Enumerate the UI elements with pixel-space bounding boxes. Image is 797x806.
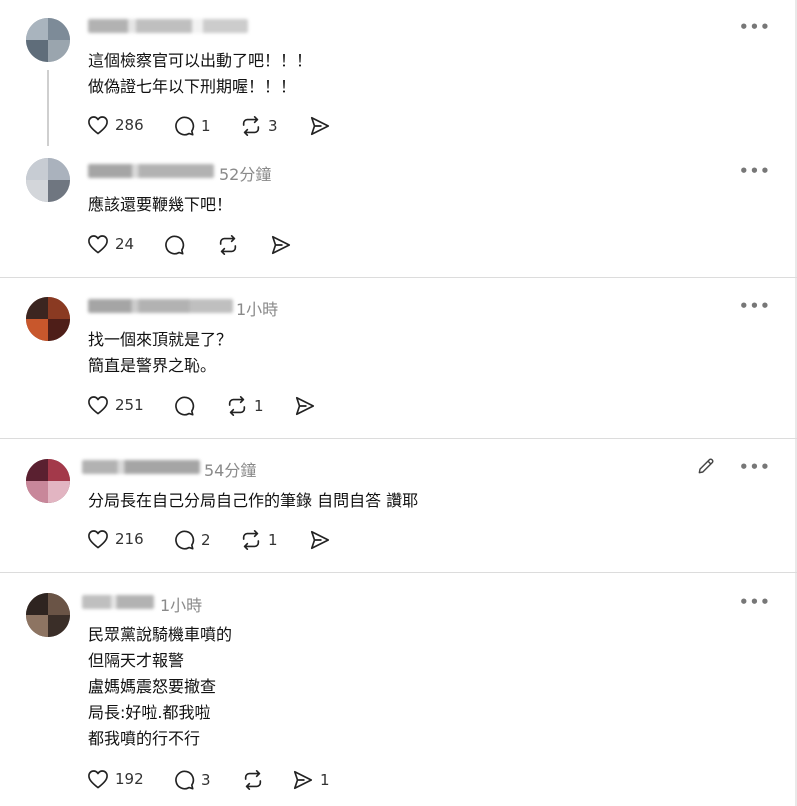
like-count: 216: [115, 530, 144, 548]
heart-icon: [88, 530, 108, 549]
repost-button[interactable]: 3: [240, 115, 278, 137]
divider: [0, 572, 797, 573]
comment-icon: [175, 770, 195, 790]
timestamp: 54分鐘: [204, 461, 257, 480]
repost-icon: [228, 396, 246, 416]
send-icon: [310, 530, 330, 550]
username-blurred[interactable]: [88, 164, 214, 178]
like-count: 286: [115, 116, 144, 134]
comment-icon: [175, 116, 195, 136]
share-button[interactable]: [309, 115, 337, 137]
reply-count: 2: [201, 531, 211, 549]
like-count: 192: [115, 770, 144, 788]
comment-text-line: 局長:好啦.都我啦: [88, 703, 211, 722]
repost-button[interactable]: [217, 234, 245, 256]
more-options-icon[interactable]: •••: [739, 458, 771, 476]
timestamp: 1小時: [160, 596, 203, 615]
avatar[interactable]: [26, 459, 70, 503]
reply-button[interactable]: 3: [173, 769, 211, 791]
more-options-icon[interactable]: •••: [739, 297, 771, 315]
like-count: 24: [115, 235, 135, 253]
avatar[interactable]: [26, 297, 70, 341]
share-button[interactable]: [294, 395, 322, 417]
more-options-icon[interactable]: •••: [739, 18, 771, 36]
heart-icon: [88, 116, 108, 135]
username-blurred[interactable]: [88, 299, 233, 313]
thread-connector-line: [47, 70, 49, 146]
more-options-icon[interactable]: •••: [739, 593, 771, 611]
more-options-icon[interactable]: •••: [739, 162, 771, 180]
repost-icon: [244, 770, 262, 790]
heart-icon: [88, 770, 108, 789]
send-icon: [271, 235, 291, 255]
reply-button[interactable]: [163, 234, 191, 256]
like-button[interactable]: 216: [87, 529, 144, 549]
username-blurred[interactable]: [82, 460, 200, 474]
reply-button[interactable]: 2: [173, 529, 211, 551]
repost-icon: [242, 116, 260, 136]
divider: [0, 277, 797, 278]
comment-text-line: 做偽證七年以下刑期喔！！！: [88, 77, 297, 96]
repost-icon: [242, 530, 260, 550]
like-count: 251: [115, 396, 144, 414]
comment-text-line: 分局長在自己分局自己作的筆錄 自問自答 讚耶: [88, 491, 419, 510]
pencil-icon[interactable]: [696, 456, 716, 476]
comment-icon: [165, 235, 185, 255]
like-button[interactable]: 192: [87, 769, 144, 789]
repost-icon: [219, 235, 237, 255]
avatar[interactable]: [26, 593, 70, 637]
comment-text-line: 簡直是警界之恥。: [88, 356, 217, 375]
heart-icon: [88, 235, 108, 254]
heart-icon: [88, 396, 108, 415]
avatar[interactable]: [26, 158, 70, 202]
avatar[interactable]: [26, 18, 70, 62]
like-button[interactable]: 251: [87, 395, 144, 415]
username-blurred[interactable]: [88, 19, 248, 33]
reply-count: 3: [201, 771, 211, 789]
reply-count: 1: [201, 117, 211, 135]
timestamp: 52分鐘: [219, 165, 272, 184]
send-icon: [293, 770, 313, 790]
share-button[interactable]: [270, 234, 298, 256]
repost-count: 1: [254, 397, 264, 415]
send-icon: [310, 116, 330, 136]
comment-text-line: 找一個來頂就是了？: [88, 330, 233, 349]
comment-text-line: 這個檢察官可以出動了吧！！！: [88, 51, 313, 70]
comment-text-line: 應該還要鞭幾下吧！: [88, 195, 233, 214]
share-button[interactable]: 1: [292, 769, 330, 791]
comment-icon: [175, 530, 195, 550]
repost-button[interactable]: 1: [226, 395, 264, 417]
comment-text-line: 都我噴的行不行: [88, 729, 201, 748]
repost-count: 3: [268, 117, 278, 135]
comment-text-line: 民眾黨說騎機車噴的: [88, 625, 233, 644]
username-blurred[interactable]: [82, 595, 154, 609]
repost-button[interactable]: 1: [240, 529, 278, 551]
share-count: 1: [320, 771, 330, 789]
repost-button[interactable]: [242, 769, 270, 791]
comment-text-line: 盧媽媽震怒要撤查: [88, 677, 217, 696]
timestamp: 1小時: [236, 300, 279, 319]
reply-button[interactable]: 1: [173, 115, 211, 137]
repost-count: 1: [268, 531, 278, 549]
send-icon: [295, 396, 315, 416]
divider: [0, 438, 797, 439]
like-button[interactable]: 286: [87, 115, 144, 135]
comment-text-line: 但隔天才報警: [88, 651, 185, 670]
share-button[interactable]: [309, 529, 337, 551]
like-button[interactable]: 24: [87, 234, 134, 254]
reply-button[interactable]: [173, 395, 201, 417]
comment-icon: [175, 396, 195, 416]
